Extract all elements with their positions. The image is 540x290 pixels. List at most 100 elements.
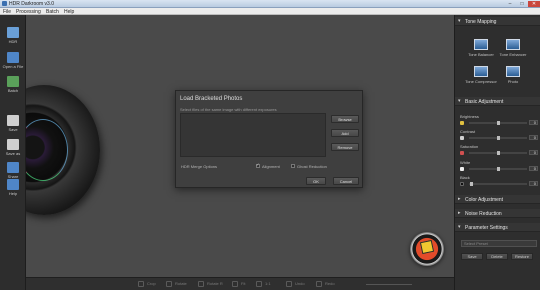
alignment-checkbox[interactable] — [256, 162, 260, 168]
title-bar: HDR Darkroom v3.0 – □ ✕ — [0, 0, 540, 8]
rotate-right-label[interactable]: Rotate R — [207, 281, 223, 286]
basic-adjustment-header[interactable]: ▾ Basic Adjustment — [455, 97, 540, 106]
fit-label[interactable]: Fit — [241, 281, 245, 286]
redo-icon[interactable] — [316, 281, 322, 287]
rotate-icon[interactable] — [166, 281, 172, 287]
section-title: Tone Mapping — [465, 19, 497, 25]
tool-label: Save — [8, 127, 18, 132]
ghost-reduction-checkbox[interactable] — [291, 164, 295, 168]
tool-open-file[interactable]: Open a File — [1, 52, 25, 72]
app-icon — [2, 1, 7, 6]
rotate-label[interactable]: Rotate — [175, 281, 187, 286]
dialog-title: Load Bracketed Photos — [180, 96, 243, 102]
preset-label: Tone Enhancer — [499, 52, 527, 57]
actual-size-label[interactable]: 1:1 — [265, 281, 271, 286]
window-title: HDR Darkroom v3.0 — [9, 1, 55, 7]
tool-label: Batch — [7, 88, 19, 93]
expand-arrow-icon: ▸ — [458, 210, 461, 216]
actual-size-icon[interactable] — [256, 281, 262, 287]
file-list[interactable] — [180, 113, 326, 157]
tool-batch[interactable]: Batch — [1, 76, 25, 96]
bottom-toolbar: Crop Rotate Rotate R Fit 1:1 Undo Redo — [26, 277, 454, 290]
black-slider[interactable] — [469, 182, 527, 186]
param-save-button[interactable]: Save — [461, 253, 483, 260]
batch-icon — [7, 76, 19, 87]
preset-label: Photo — [507, 79, 519, 84]
preset-thumbnail-icon — [474, 66, 488, 77]
white-label: White — [460, 160, 471, 165]
expand-arrow-icon: ▸ — [458, 196, 461, 202]
contrast-value[interactable]: 0 — [529, 135, 538, 140]
tool-save-as[interactable]: Save as — [1, 139, 25, 159]
app-logo-badge — [410, 232, 444, 266]
collapse-arrow-icon: ▾ — [458, 224, 461, 230]
slider-thumb[interactable] — [470, 182, 473, 186]
cancel-button[interactable]: Cancel — [333, 177, 359, 185]
ok-button[interactable]: OK — [306, 177, 326, 185]
black-value[interactable]: 0 — [529, 181, 538, 186]
redo-label[interactable]: Redo — [325, 281, 335, 286]
slider-thumb[interactable] — [497, 136, 500, 140]
rotate-right-icon[interactable] — [198, 281, 204, 287]
slider-thumb[interactable] — [497, 121, 500, 125]
brightness-icon — [460, 121, 464, 125]
preset-tone-compressor[interactable]: Tone Compressor — [465, 66, 497, 88]
noise-reduction-header[interactable]: ▸ Noise Reduction — [455, 209, 540, 218]
undo-label[interactable]: Undo — [295, 281, 305, 286]
fit-icon[interactable] — [232, 281, 238, 287]
collapse-arrow-icon: ▾ — [458, 18, 461, 24]
preset-tone-balancer[interactable]: Tone Balancer — [465, 39, 497, 61]
browse-button[interactable]: Browse — [331, 115, 359, 123]
color-adjustment-header[interactable]: ▸ Color Adjustment — [455, 195, 540, 204]
load-bracketed-photos-dialog: Load Bracketed Photos Select files of th… — [175, 90, 363, 188]
tool-save[interactable]: Save — [1, 115, 25, 135]
saturation-slider[interactable] — [469, 151, 527, 155]
undo-icon[interactable] — [286, 281, 292, 287]
alignment-label: Alignment — [262, 164, 280, 169]
param-restore-button[interactable]: Restore — [511, 253, 533, 260]
hdr-icon — [7, 27, 19, 38]
brightness-label: Brightness — [460, 114, 479, 119]
tool-label: Save as — [5, 151, 21, 156]
tool-label: Open a File — [2, 64, 24, 69]
close-button[interactable]: ✕ — [528, 1, 540, 7]
white-slider[interactable] — [469, 167, 527, 171]
preset-tone-enhancer[interactable]: Tone Enhancer — [497, 39, 529, 61]
zoom-slider[interactable] — [366, 284, 412, 285]
saturation-value[interactable]: 0 — [529, 150, 538, 155]
share-icon — [7, 162, 19, 173]
brightness-slider[interactable] — [469, 121, 527, 125]
slider-thumb[interactable] — [497, 151, 500, 155]
brightness-value[interactable]: 0 — [529, 120, 538, 125]
preset-thumbnail-icon — [506, 66, 520, 77]
preset-label: Tone Balancer — [468, 52, 494, 57]
add-button[interactable]: Add — [331, 129, 359, 137]
tool-hdr[interactable]: HDR — [1, 27, 25, 47]
minimize-button[interactable]: – — [504, 1, 516, 7]
tool-help[interactable]: Help — [1, 179, 25, 199]
maximize-button[interactable]: □ — [516, 1, 528, 7]
crop-icon[interactable] — [138, 281, 144, 287]
saturation-label: Saturation — [460, 144, 479, 149]
saturation-icon — [460, 151, 464, 155]
dialog-hint: Select files of the same image with diff… — [180, 107, 277, 112]
save-icon — [7, 115, 19, 126]
white-value[interactable]: 0 — [529, 166, 538, 171]
menu-bar: File Processing Batch Help — [0, 8, 540, 15]
preset-photo[interactable]: Photo — [497, 66, 529, 88]
tone-mapping-header[interactable]: ▾ Tone Mapping — [455, 17, 540, 26]
parameter-settings-header[interactable]: ▾ Parameter Settings — [455, 223, 540, 232]
preset-thumbnail-icon — [474, 39, 488, 50]
tool-label: HDR — [8, 39, 18, 44]
crop-label[interactable]: Crop — [147, 281, 156, 286]
tool-label: Help — [8, 191, 18, 196]
contrast-icon — [460, 136, 464, 140]
contrast-slider[interactable] — [469, 136, 527, 140]
param-delete-button[interactable]: Delete — [486, 253, 508, 260]
contrast-label: Contrast — [460, 129, 476, 134]
remove-button[interactable]: Remove — [331, 143, 359, 151]
slider-thumb[interactable] — [497, 167, 500, 171]
section-title: Basic Adjustment — [465, 99, 504, 105]
help-icon — [7, 179, 19, 190]
parameter-preset-dropdown[interactable]: Select Preset — [461, 240, 537, 247]
